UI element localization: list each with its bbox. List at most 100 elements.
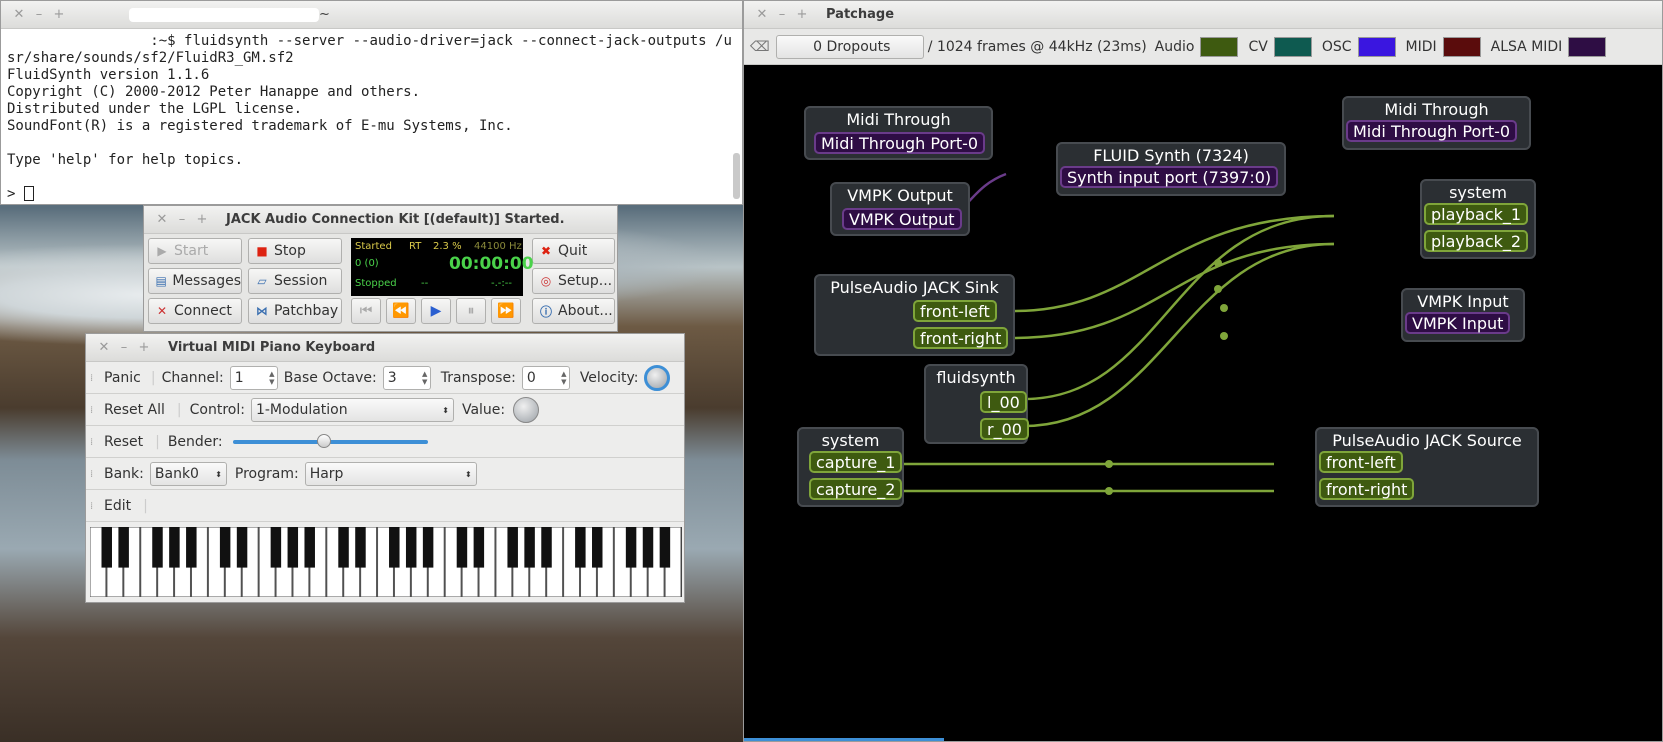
black-key[interactable] <box>592 527 603 568</box>
black-key[interactable] <box>338 527 349 568</box>
black-key[interactable] <box>575 527 586 568</box>
black-key[interactable] <box>507 527 518 568</box>
module-fluidsynth[interactable]: fluidsynth l_00 r_00 <box>924 364 1029 444</box>
close-icon[interactable]: ✕ <box>152 212 172 227</box>
port-vmpk-output[interactable]: VMPK Output <box>842 208 962 230</box>
vmpk-titlebar[interactable]: ✕ – + Virtual MIDI Piano Keyboard <box>86 334 684 362</box>
module-system-capture[interactable]: system capture_1 capture_2 <box>797 427 904 507</box>
legend-osc-swatch[interactable] <box>1357 36 1396 57</box>
edit-button[interactable]: Edit <box>104 498 131 514</box>
grip-icon[interactable]: ⁞ <box>90 437 100 448</box>
wire-sink-left[interactable] <box>1013 214 1335 313</box>
port-midi-through-0-right[interactable]: Midi Through Port-0 <box>1346 120 1518 142</box>
program-combo[interactable]: Harp ⬍ <box>304 462 477 486</box>
wire-fluid-left[interactable] <box>1023 214 1335 401</box>
black-key[interactable] <box>219 527 231 568</box>
terminal-window[interactable]: ✕ – + ~ :~$ fluidsynth --server --audio-… <box>0 0 743 205</box>
port-midi-through-0[interactable]: Midi Through Port-0 <box>814 132 986 154</box>
grip-icon[interactable]: ⁞ <box>90 501 100 512</box>
black-key[interactable] <box>541 527 552 568</box>
close-icon[interactable]: ✕ <box>9 7 29 22</box>
panic-button[interactable]: Panic <box>104 370 141 386</box>
patchbay-button[interactable]: ⋈ Patchbay <box>248 298 342 324</box>
black-key[interactable] <box>118 527 129 568</box>
connect-button[interactable]: ✕ Connect <box>148 298 242 324</box>
spin-arrows-icon[interactable]: ▲ ▼ <box>559 370 569 386</box>
setup-button[interactable]: ◎ Setup... <box>532 268 615 294</box>
octave-spinbox[interactable]: 3 ▲ ▼ <box>382 366 431 390</box>
port-playback-1[interactable]: playback_1 <box>1424 203 1529 225</box>
legend-midi-swatch[interactable] <box>1442 36 1481 57</box>
patchage-window[interactable]: ✕ – + Patchage ⌫ 0 Dropouts / 1024 frame… <box>743 0 1663 742</box>
clear-icon[interactable]: ⌫ <box>750 39 770 55</box>
module-vmpk-output[interactable]: VMPK Output VMPK Output <box>830 182 970 236</box>
reset-all-button[interactable]: Reset All <box>104 402 165 418</box>
piano-keys[interactable] <box>90 527 682 597</box>
black-key[interactable] <box>473 527 485 568</box>
terminal-output[interactable]: :~$ fluidsynth --server --audio-driver=j… <box>1 29 742 201</box>
pause-button[interactable]: ⏸ <box>456 298 486 324</box>
port-synth-input[interactable]: Synth input port (7397:0) <box>1060 166 1279 188</box>
black-key[interactable] <box>389 527 400 568</box>
black-key[interactable] <box>304 527 315 568</box>
quit-button[interactable]: ✖ Quit <box>532 238 615 264</box>
vmpk-window[interactable]: ✕ – + Virtual MIDI Piano Keyboard ⁞ Pani… <box>85 333 685 603</box>
maximize-icon[interactable]: + <box>49 7 69 22</box>
black-key[interactable] <box>101 527 112 568</box>
grip-icon[interactable]: ⁞ <box>90 373 100 384</box>
module-fluid-synth[interactable]: FLUID Synth (7324) Synth input port (739… <box>1056 142 1286 196</box>
slider-handle[interactable] <box>317 434 332 448</box>
close-icon[interactable]: ✕ <box>94 340 114 355</box>
terminal-scrollbar[interactable] <box>733 153 740 199</box>
black-key[interactable] <box>642 527 654 568</box>
legend-cv-swatch[interactable] <box>1273 36 1312 57</box>
black-key[interactable] <box>186 527 197 568</box>
port-playback-2[interactable]: playback_2 <box>1424 230 1529 252</box>
black-key[interactable] <box>236 527 248 568</box>
port-capture-1[interactable]: capture_1 <box>809 451 903 473</box>
black-key[interactable] <box>456 527 468 568</box>
minimize-icon[interactable]: – <box>772 7 792 22</box>
piano-keyboard[interactable] <box>90 527 682 597</box>
port-sink-front-left[interactable]: front-left <box>913 300 997 322</box>
black-key[interactable] <box>422 527 434 568</box>
jack-titlebar[interactable]: ✕ – + JACK Audio Connection Kit [(defaul… <box>144 206 617 234</box>
port-capture-2[interactable]: capture_2 <box>809 478 903 500</box>
module-midi-through-left[interactable]: Midi Through Midi Through Port-0 <box>804 106 993 160</box>
horizontal-scrollbar[interactable] <box>744 738 944 741</box>
spin-arrows-icon[interactable]: ▲ ▼ <box>267 370 277 386</box>
channel-spinbox[interactable]: 1 ▲ ▼ <box>229 366 278 390</box>
stop-button[interactable]: ■ Stop <box>248 238 342 264</box>
module-pulseaudio-source[interactable]: PulseAudio JACK Source front-left front-… <box>1315 427 1539 507</box>
black-key[interactable] <box>405 527 417 568</box>
wire-sink-right[interactable] <box>1013 242 1335 340</box>
black-key[interactable] <box>152 527 163 568</box>
black-key[interactable] <box>270 527 282 568</box>
module-pulseaudio-sink[interactable]: PulseAudio JACK Sink front-left front-ri… <box>814 274 1015 356</box>
black-key[interactable] <box>524 527 535 568</box>
dropouts-button[interactable]: 0 Dropouts <box>775 34 924 59</box>
port-r-00[interactable]: r_00 <box>980 418 1029 440</box>
port-vmpk-input[interactable]: VMPK Input <box>1405 312 1511 334</box>
module-vmpk-input[interactable]: VMPK Input VMPK Input <box>1401 288 1525 342</box>
play-button[interactable]: ▶ <box>421 298 451 324</box>
minimize-icon[interactable]: – <box>114 340 134 355</box>
port-source-front-left[interactable]: front-left <box>1319 451 1403 473</box>
rewind-start-button[interactable]: ⏮ <box>351 298 381 324</box>
control-combo[interactable]: 1-Modulation ⬍ <box>250 398 454 422</box>
close-icon[interactable]: ✕ <box>752 7 772 22</box>
about-button[interactable]: ⓘ About... <box>532 298 615 324</box>
black-key[interactable] <box>625 527 637 568</box>
session-button[interactable]: ▱ Session <box>248 268 342 294</box>
maximize-icon[interactable]: + <box>134 340 154 355</box>
module-system-playback[interactable]: system playback_1 playback_2 <box>1420 179 1536 259</box>
grip-icon[interactable]: ⁞ <box>90 405 100 416</box>
minimize-icon[interactable]: – <box>29 7 49 22</box>
terminal-titlebar[interactable]: ✕ – + ~ <box>1 1 742 29</box>
bank-combo[interactable]: Bank0 ⬍ <box>149 462 227 486</box>
jack-window[interactable]: ✕ – + JACK Audio Connection Kit [(defaul… <box>143 205 618 332</box>
port-sink-front-right[interactable]: front-right <box>913 327 1009 349</box>
legend-audio-swatch[interactable] <box>1200 36 1239 57</box>
grip-icon[interactable]: ⁞ <box>90 469 100 480</box>
start-button[interactable]: ▶ Start <box>148 238 242 264</box>
